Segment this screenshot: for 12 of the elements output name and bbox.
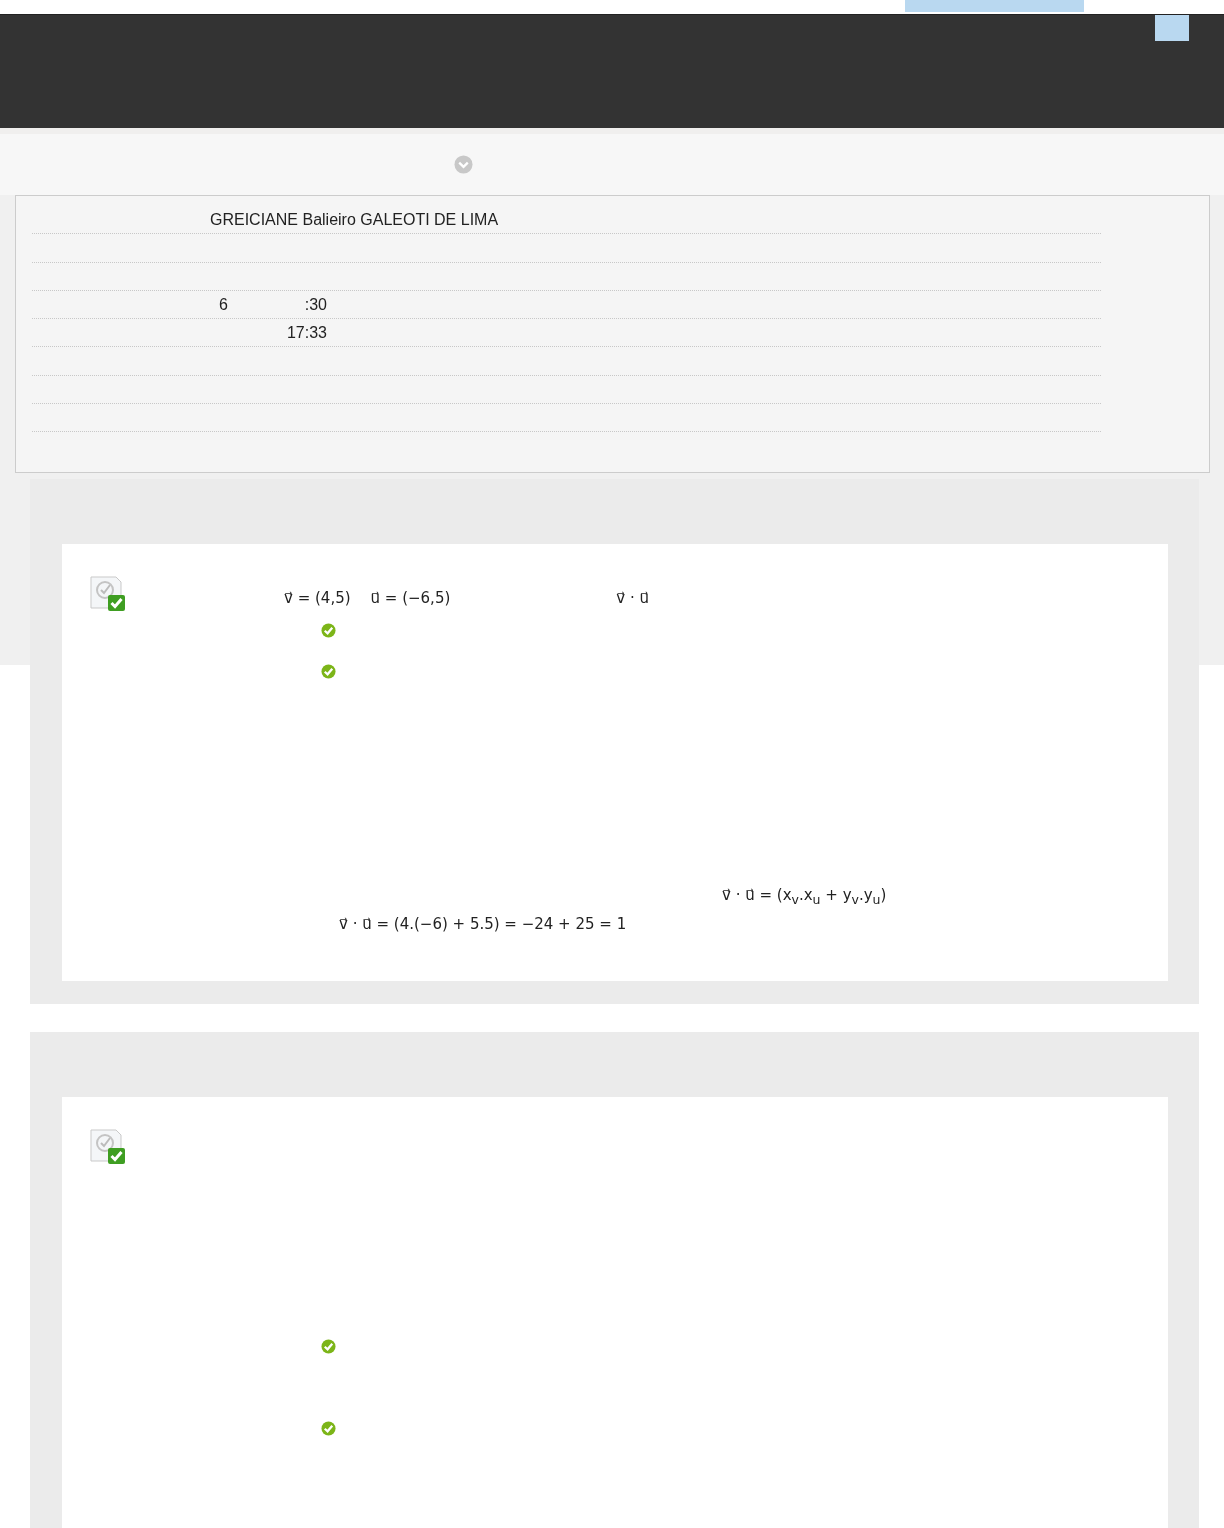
math-expression: v⃗ · u⃗ = (x$_{v}$.x$_{u}$ + y$_{v}$.y$_{u}$) (722, 886, 888, 907)
student-name: GREICIANE Balieiro GALEOTI DE LIMA (210, 210, 499, 229)
chevron-down-icon[interactable] (454, 155, 473, 174)
math-expression: v⃗ · u⃗ = (4.(−6) + 5.5) = −24 + 25 = 1 (339, 915, 628, 933)
time-value: 17:33 (285, 323, 327, 342)
math-expression: v⃗ · u⃗ (616, 589, 649, 609)
time-value: 6 (218, 295, 228, 314)
top-tab[interactable] (905, 0, 1084, 12)
header-button[interactable] (1155, 15, 1189, 41)
math-expression: u⃗ = (−6,5) (370, 589, 451, 609)
time-value: :30 (303, 295, 327, 314)
math-expression: v⃗ = (4,5) (284, 589, 351, 609)
